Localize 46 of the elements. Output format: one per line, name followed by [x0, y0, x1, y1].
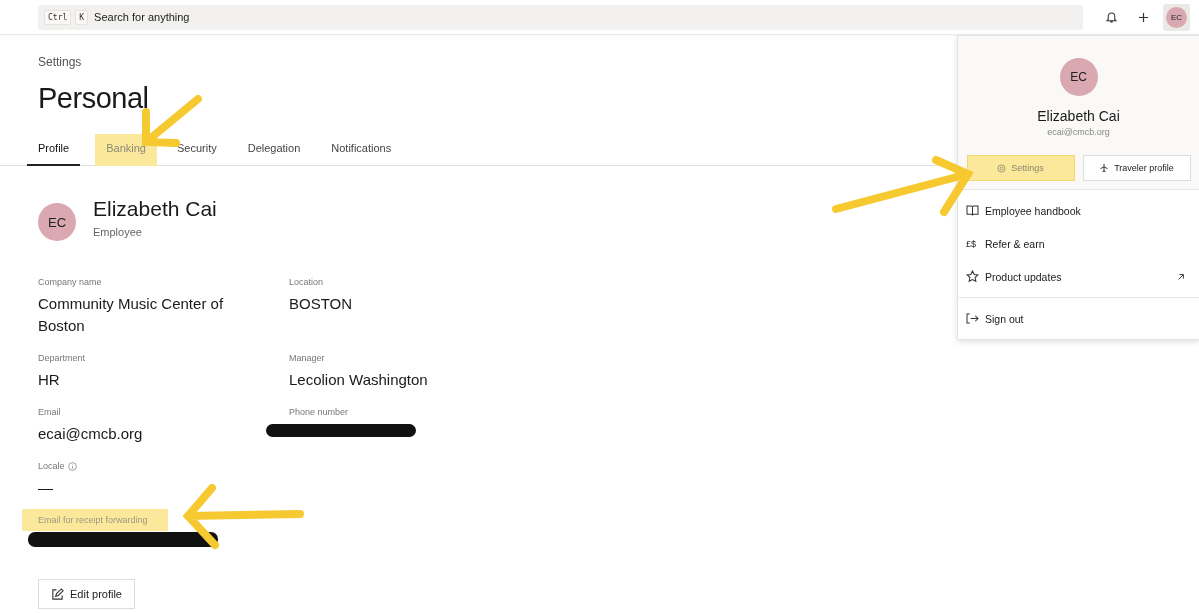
search-input[interactable]: Search for anything [92, 11, 1077, 23]
field-label: Manager [289, 353, 325, 363]
shortcut-key: Ctrl [44, 9, 72, 25]
field-value: — [38, 478, 54, 498]
sign-out-icon [966, 313, 979, 324]
book-icon [966, 205, 979, 216]
menu-item[interactable]: Product updates [958, 260, 1199, 293]
menu-item[interactable]: Employee handbook [958, 194, 1199, 227]
field-label: Department [38, 353, 86, 363]
tab[interactable]: Delegation [236, 134, 312, 166]
avatar: EC [38, 203, 76, 241]
field-label: Location [289, 277, 324, 287]
breadcrumb: Settings [37, 54, 83, 69]
menu-item[interactable]: £$ Refer & earn [958, 227, 1199, 260]
account-email: ecai@cmcb.org [1047, 127, 1110, 137]
field-value: HR [38, 370, 61, 390]
notification-bell-icon[interactable] [1105, 10, 1118, 24]
field-label: Locale [38, 461, 65, 471]
search-bar[interactable]: Ctrl K Search for anything [38, 4, 1083, 30]
tab[interactable]: Security [165, 134, 228, 166]
sign-out-item[interactable]: Sign out [958, 302, 1199, 335]
profile-name: Elizabeth Cai [93, 196, 217, 222]
tab[interactable]: Notifications [320, 134, 403, 166]
field-value: Community Music Center of Boston [38, 294, 225, 336]
plane-icon [1099, 163, 1110, 173]
field-value: ecai@cmcb.org [38, 424, 144, 444]
field-label: Email for receipt forwarding [22, 509, 168, 531]
page-title: Personal [38, 82, 150, 115]
add-icon[interactable] [1138, 11, 1149, 23]
field-label: Phone number [289, 407, 349, 417]
field-value: Lecolion Washington [289, 370, 429, 390]
traveler-profile-button[interactable]: Traveler profile [1082, 155, 1191, 181]
settings-icon [997, 163, 1007, 173]
profile-role: Employee [93, 226, 143, 238]
currency-icon: £$ [966, 238, 979, 249]
account-name: Elizabeth Cai [1037, 108, 1120, 124]
field-label: Email [38, 407, 61, 417]
star-icon [966, 270, 979, 283]
edit-profile-button[interactable]: Edit profile [38, 579, 135, 609]
field-label: Company name [38, 277, 102, 287]
field-value: BOSTON [289, 294, 354, 314]
tab[interactable]: Profile [27, 134, 81, 166]
shortcut-key: K [75, 9, 89, 25]
account-avatar-button[interactable]: EC [1163, 3, 1190, 31]
edit-icon [51, 587, 64, 601]
avatar: EC [1059, 58, 1098, 96]
